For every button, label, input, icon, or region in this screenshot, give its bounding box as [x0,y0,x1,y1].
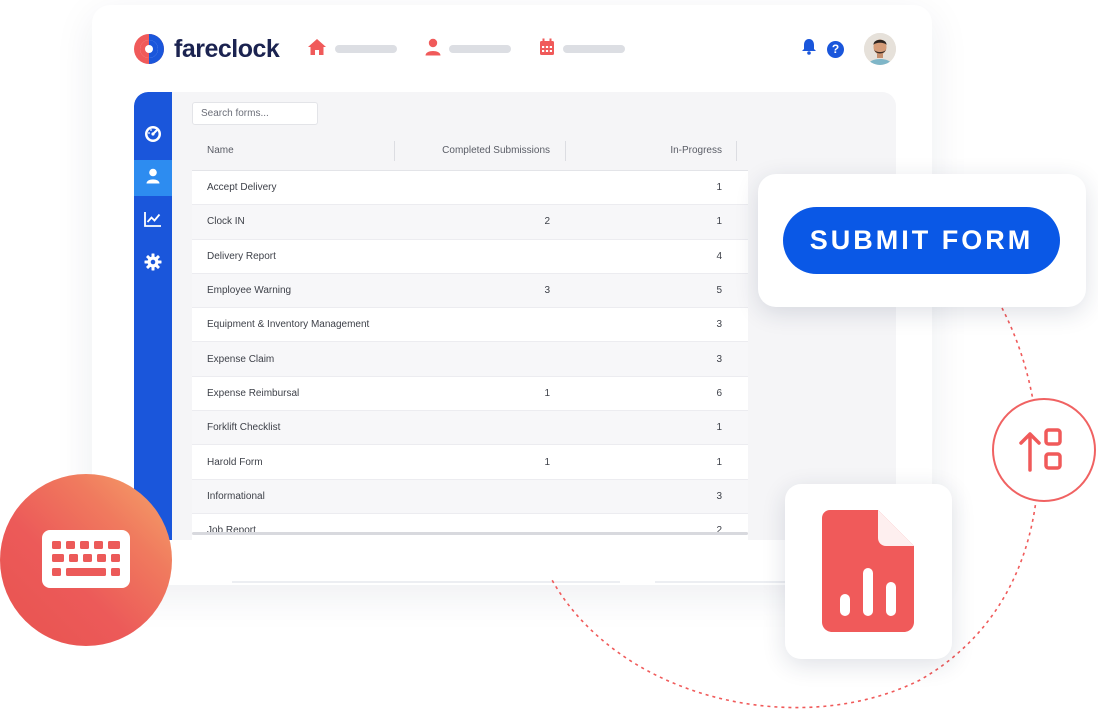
upload-badge [992,398,1096,502]
stage: fareclock ? Search forms... Name Complet… [0,0,1098,715]
report-card [785,484,952,659]
keyboard-badge [0,474,172,646]
submit-form-button[interactable]: SUBMIT FORM [783,207,1060,274]
submit-card: SUBMIT FORM [758,174,1086,307]
